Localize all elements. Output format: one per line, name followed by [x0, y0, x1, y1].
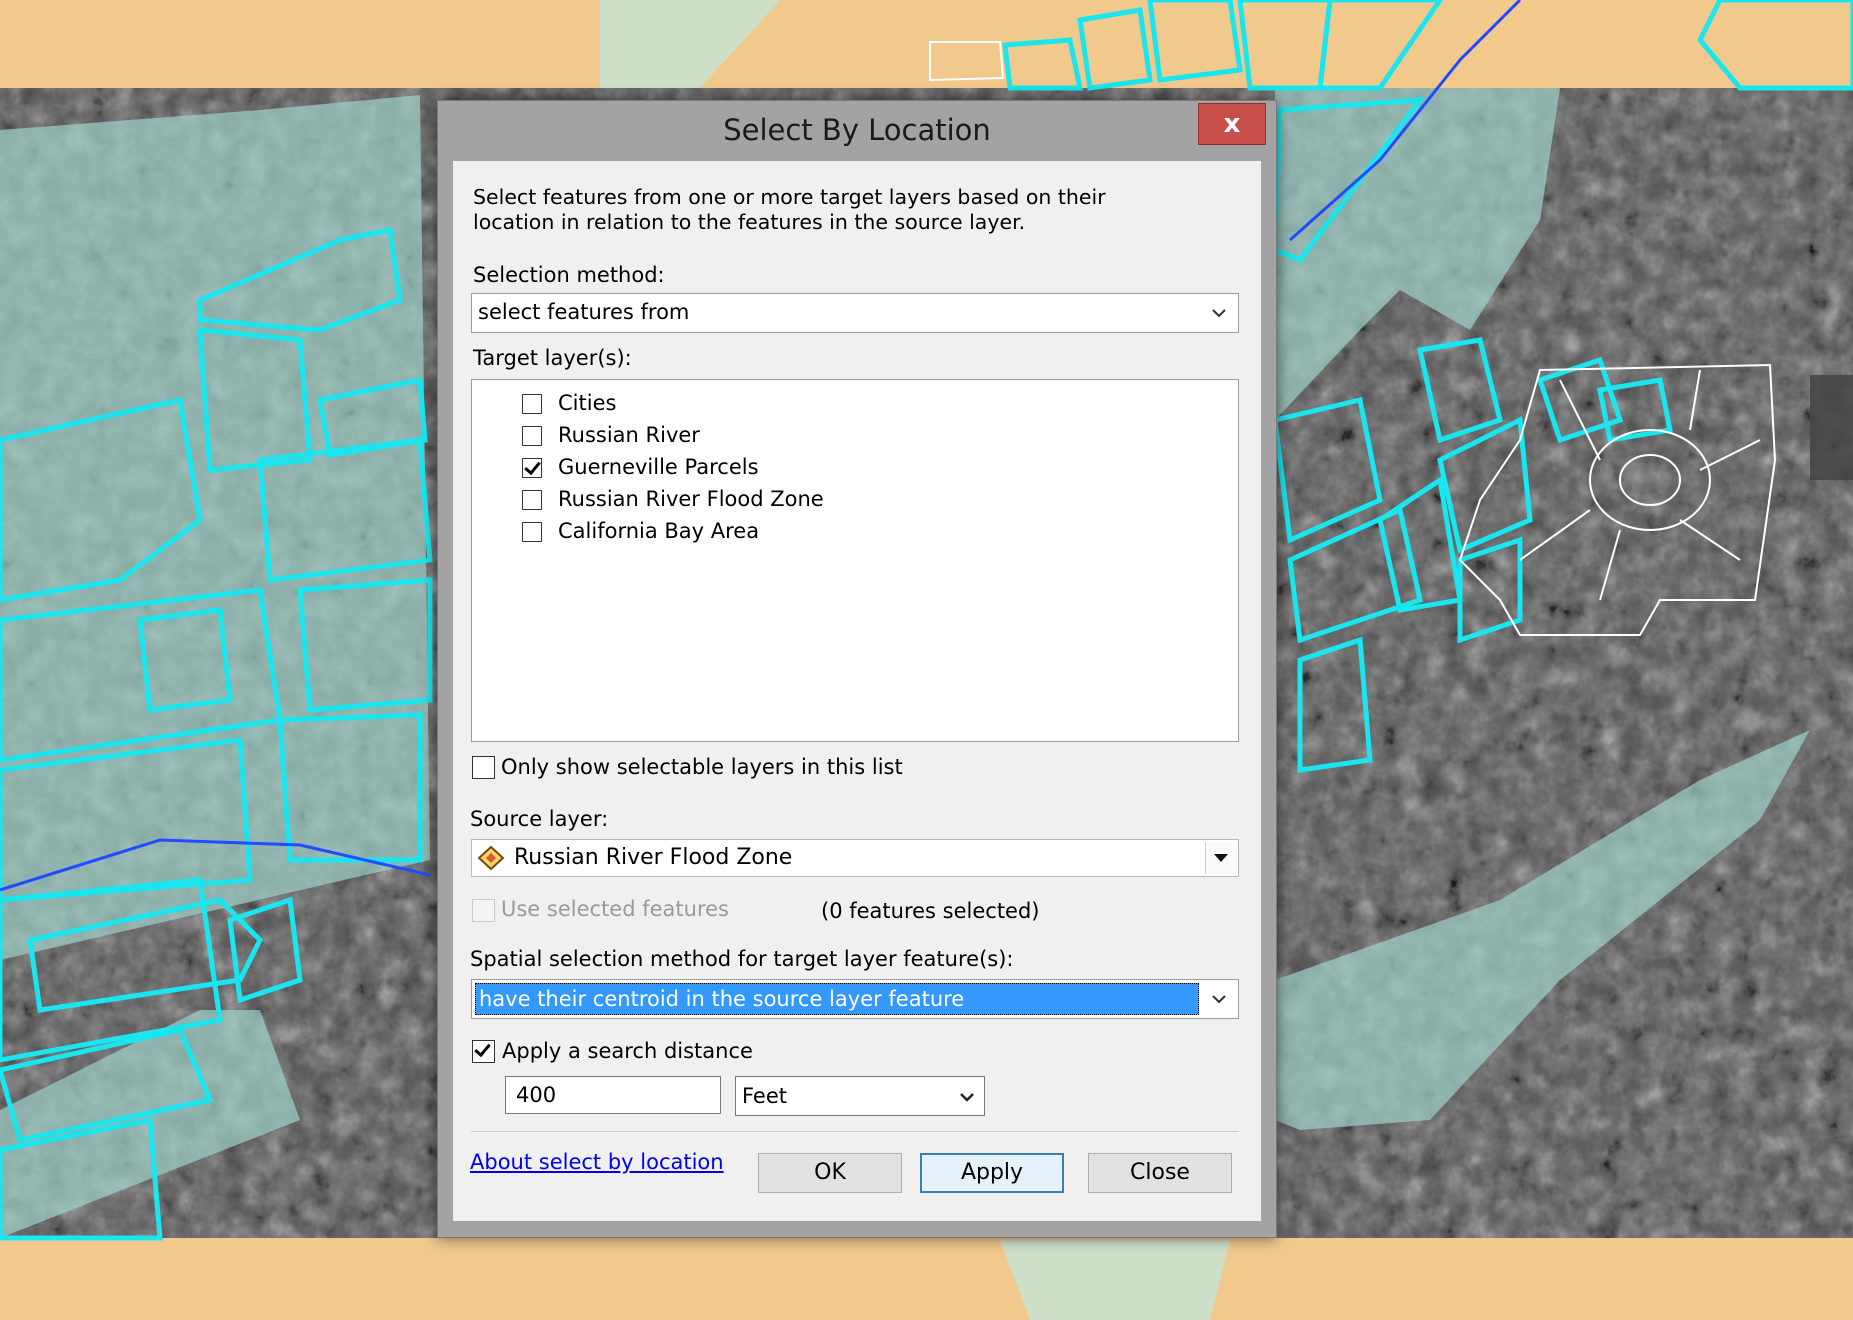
search-distance-input[interactable]: 400 — [505, 1076, 721, 1114]
target-layers-label: Target layer(s): — [473, 346, 632, 370]
close-window-button[interactable]: x — [1198, 103, 1266, 145]
source-layer-dropdown[interactable]: Russian River Flood Zone — [471, 839, 1239, 877]
target-layer-checkbox-russian-river-flood-zone[interactable] — [522, 490, 542, 510]
target-layer-label: California Bay Area — [558, 519, 760, 543]
list-item[interactable]: Russian River Flood Zone — [522, 484, 922, 514]
selection-method-label: Selection method: — [473, 263, 665, 287]
target-layer-label: Russian River — [558, 423, 700, 447]
distance-unit-value: Feet — [742, 1084, 788, 1108]
dialog-client-area: Select features from one or more target … — [453, 161, 1261, 1221]
use-selected-features-checkbox[interactable] — [472, 899, 495, 922]
target-layer-label: Guerneville Parcels — [558, 455, 759, 479]
target-layer-checkbox-guerneville-parcels[interactable] — [522, 458, 542, 478]
source-layer-value: Russian River Flood Zone — [514, 845, 793, 870]
target-layer-label: Cities — [558, 391, 617, 415]
polygon-layer-icon — [477, 845, 505, 871]
chevron-down-icon — [960, 1093, 974, 1102]
source-layer-dropdown-button[interactable] — [1205, 842, 1236, 874]
selection-method-value: select features from — [478, 300, 690, 324]
only-selectable-checkbox[interactable] — [472, 756, 495, 779]
map-side-tab[interactable] — [1810, 375, 1853, 480]
target-layer-checkbox-cities[interactable] — [522, 394, 542, 414]
spatial-method-label: Spatial selection method for target laye… — [470, 947, 1014, 971]
search-distance-value: 400 — [516, 1083, 557, 1107]
dialog-titlebar[interactable]: Select By Location x — [438, 101, 1276, 161]
distance-unit-dropdown[interactable]: Feet — [735, 1076, 985, 1116]
features-selected-count: (0 features selected) — [821, 899, 1040, 923]
list-item[interactable]: Cities — [522, 388, 922, 418]
apply-search-distance-checkbox[interactable] — [472, 1040, 495, 1063]
source-layer-label: Source layer: — [470, 807, 609, 831]
selection-method-dropdown[interactable]: select features from — [471, 293, 1239, 333]
target-layer-checkbox-california-bay-area[interactable] — [522, 522, 542, 542]
divider — [471, 1131, 1239, 1132]
apply-search-distance-label: Apply a search distance — [502, 1039, 753, 1063]
list-item[interactable]: Guerneville Parcels — [522, 452, 922, 482]
spatial-method-value: have their centroid in the source layer … — [479, 987, 965, 1011]
spatial-method-dropdown[interactable]: have their centroid in the source layer … — [471, 979, 1239, 1019]
close-icon: x — [1223, 109, 1241, 139]
select-by-location-dialog: Select By Location x Select features fro… — [437, 100, 1277, 1238]
apply-button[interactable]: Apply — [920, 1153, 1064, 1193]
target-layer-label: Russian River Flood Zone — [558, 487, 824, 511]
list-item[interactable]: California Bay Area — [522, 516, 922, 546]
chevron-down-icon — [1214, 854, 1228, 862]
spatial-method-value-highlight: have their centroid in the source layer … — [475, 983, 1199, 1015]
dialog-title: Select By Location — [723, 113, 991, 147]
chevron-down-icon — [1212, 995, 1226, 1004]
close-button[interactable]: Close — [1088, 1153, 1232, 1193]
list-item[interactable]: Russian River — [522, 420, 922, 450]
only-selectable-label: Only show selectable layers in this list — [501, 755, 903, 779]
target-layers-list[interactable]: Cities Russian River Guerneville Parcels… — [471, 379, 1239, 742]
about-select-by-location-link[interactable]: About select by location — [470, 1150, 724, 1174]
target-layer-checkbox-russian-river[interactable] — [522, 426, 542, 446]
chevron-down-icon — [1212, 309, 1226, 318]
use-selected-features-label: Use selected features — [501, 897, 729, 921]
dialog-description: Select features from one or more target … — [473, 185, 1106, 234]
ok-button[interactable]: OK — [758, 1153, 902, 1193]
